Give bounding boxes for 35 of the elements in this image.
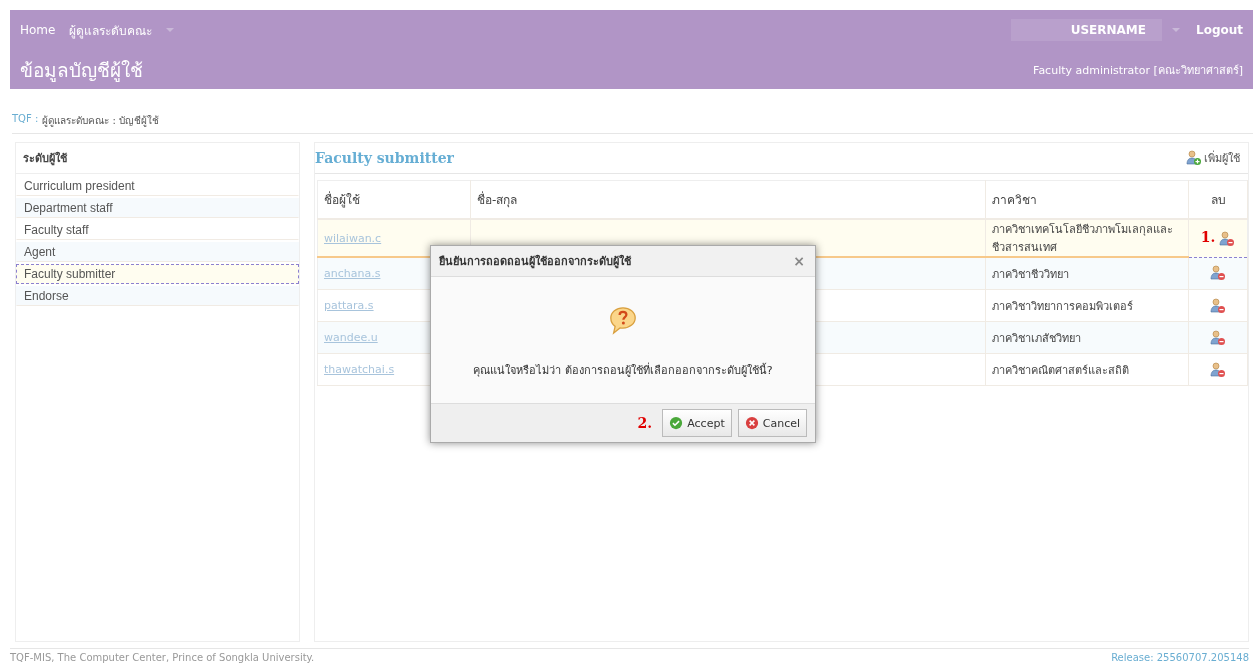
remove-user-icon xyxy=(1210,361,1226,378)
remove-user-icon xyxy=(1219,231,1236,248)
sidebar-item[interactable]: Endorse xyxy=(16,286,299,306)
department-text: ภาควิชาเทคโนโลยีชีวภาพโมเลกุลและชีวสารสนเทศ xyxy=(992,223,1173,254)
add-user-icon xyxy=(1186,150,1202,166)
page-title: ข้อมูลบัญชีผู้ใช้ xyxy=(20,57,143,84)
cancel-button[interactable]: Cancel xyxy=(737,409,807,437)
step-marker: 2. xyxy=(637,415,653,431)
check-icon xyxy=(669,416,684,430)
department-text: ภาควิชาเภสัชวิทยา xyxy=(992,331,1081,345)
department-text: ภาควิชาวิทยาการคอมพิวเตอร์ xyxy=(992,299,1133,313)
department-text: ภาควิชาชีววิทยา xyxy=(992,267,1069,281)
remove-user-icon xyxy=(1210,297,1226,314)
sidebar-item[interactable]: Faculty submitter xyxy=(16,264,299,284)
sidebar-item[interactable]: Agent xyxy=(16,242,299,262)
remove-user-icon xyxy=(1210,265,1226,282)
accept-button[interactable]: Accept xyxy=(662,409,732,437)
remove-user-button[interactable] xyxy=(1210,329,1226,346)
add-user-button[interactable]: เพิ่มผู้ใช้ xyxy=(1186,149,1240,167)
remove-user-button[interactable] xyxy=(1210,265,1226,282)
remove-user-icon xyxy=(1210,329,1226,346)
section-title: Faculty submitter xyxy=(315,150,454,166)
question-icon xyxy=(608,305,638,335)
step-marker: 1. xyxy=(1200,229,1216,246)
dialog-message: คุณแน่ใจหรือไม่ว่า ต้องการถอนผู้ใช้ที่เลือกออกจากระดับผู้ใช้นี้? xyxy=(473,361,773,379)
sidebar-item[interactable]: Department staff xyxy=(16,198,299,218)
release-text: Release: 25560707.205148 xyxy=(1111,652,1249,663)
cancel-icon xyxy=(744,416,759,430)
role-label: Faculty administrator [คณะวิทยาศาสตร์] xyxy=(1033,62,1243,79)
breadcrumb-text: ผู้ดูแลระดับคณะ : บัญชีผู้ใช้ xyxy=(42,114,159,128)
remove-user-button[interactable] xyxy=(1210,361,1226,378)
footer-text: TQF-MIS, The Computer Center, Prince of Songkla University. xyxy=(10,652,315,663)
remove-user-button[interactable] xyxy=(1210,297,1226,314)
remove-user-button[interactable] xyxy=(1219,231,1236,248)
department-text: ภาควิชาคณิตศาสตร์และสถิติ xyxy=(992,363,1129,377)
